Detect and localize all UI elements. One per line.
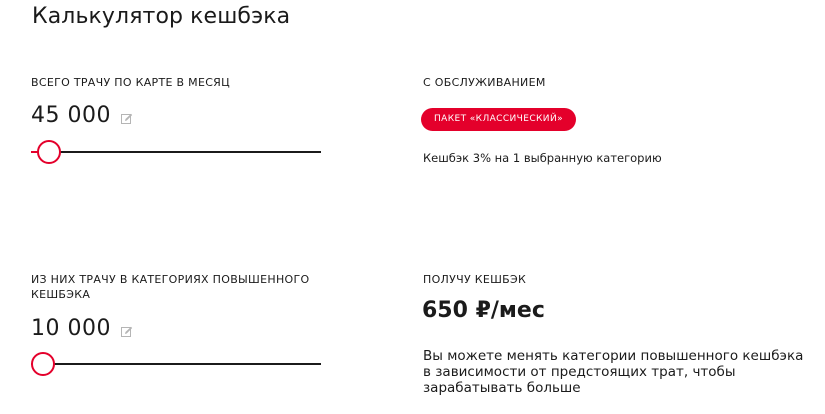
category-spend-slider-track[interactable]: [31, 363, 321, 365]
category-spend-amount[interactable]: 10 000: [31, 316, 111, 341]
category-spend-amount-row[interactable]: 10 000: [31, 316, 133, 341]
package-badge-button[interactable]: Пакет «Классический»: [421, 108, 576, 131]
spend-slider-thumb[interactable]: [37, 140, 61, 164]
edit-icon[interactable]: [120, 110, 133, 124]
spend-amount-row[interactable]: 45 000: [31, 103, 133, 128]
cashback-note: Кешбэк 3% на 1 выбранную категорию: [423, 151, 662, 165]
spend-slider-track[interactable]: [31, 151, 321, 153]
page-title: Калькулятор кешбэка: [32, 4, 291, 29]
category-spend-label: Из них трачу в категориях повышенного ке…: [31, 273, 310, 301]
result-description: Вы можете менять категории повышенного к…: [423, 348, 804, 396]
category-spend-slider-thumb[interactable]: [31, 352, 55, 376]
spend-label: Всего трачу по карте в месяц: [31, 76, 230, 89]
spend-slider[interactable]: [31, 139, 321, 165]
spend-amount[interactable]: 45 000: [31, 103, 111, 128]
edit-icon[interactable]: [120, 323, 133, 337]
category-spend-slider[interactable]: [31, 351, 321, 377]
cashback-calculator: Калькулятор кешбэка Всего трачу по карте…: [0, 0, 825, 414]
result-label: Получу кешбэк: [423, 273, 527, 286]
service-label: С обслуживанием: [423, 76, 546, 89]
cashback-value: 650 ₽/мес: [422, 298, 545, 323]
